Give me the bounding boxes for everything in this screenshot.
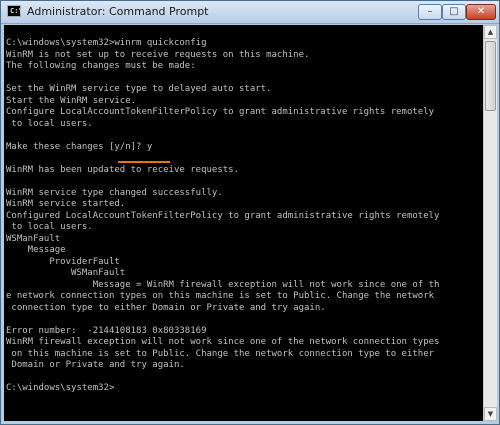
console-line: WinRM service type changed successfully. xyxy=(6,187,223,198)
vertical-scrollbar[interactable]: ▲ ▼ xyxy=(483,25,497,421)
console-line: The following changes must be made: xyxy=(6,61,196,71)
console-line: WinRM service started. xyxy=(6,199,126,209)
console-line: Make these changes [y/n]? y xyxy=(6,141,153,152)
console-output[interactable]: C:\windows\system32>winrm quickconfig Wi… xyxy=(4,25,483,421)
console-line: e network connection types on this machi… xyxy=(6,291,435,301)
console-line: Message xyxy=(27,245,66,255)
console-text: C:\windows\system32>winrm quickconfig Wi… xyxy=(4,25,483,395)
console-line: Configure LocalAccountTokenFilterPolicy … xyxy=(6,107,435,117)
maximize-button[interactable]: □ xyxy=(442,4,466,20)
command-prompt-icon[interactable]: C:\ xyxy=(7,5,23,17)
scroll-thumb[interactable] xyxy=(485,41,496,111)
console-line: Error number: -2144108183 0x80338169 xyxy=(6,325,207,336)
console-line: Configured LocalAccountTokenFilterPolicy… xyxy=(6,210,440,221)
console-line: Message = WinRM firewall exception will … xyxy=(92,279,440,290)
close-button[interactable]: ✕ xyxy=(466,4,496,20)
scroll-up-icon[interactable]: ▲ xyxy=(484,25,497,39)
console-line: Domain or Private and try again. xyxy=(11,360,185,370)
title-bar[interactable]: C:\ Administrator: Command Prompt – □ ✕ xyxy=(1,1,499,24)
console-line: connection type to either Domain or Priv… xyxy=(11,302,326,313)
console-line: on this machine is set to Public. Change… xyxy=(11,348,435,359)
console-line: WinRM firewall exception will not work s… xyxy=(6,337,440,347)
highlight-underline xyxy=(118,161,170,163)
console-line: to local users. xyxy=(11,222,93,232)
console-line: Start the WinRM service. xyxy=(6,95,137,106)
console-line: WSManFault xyxy=(6,233,61,244)
console-line: Set the WinRM service type to delayed au… xyxy=(6,84,272,94)
console-line: WinRM has been updated to receive reques… xyxy=(6,164,239,175)
console-line: C:\windows\system32> xyxy=(6,383,115,393)
command-prompt-window: C:\ Administrator: Command Prompt – □ ✕ … xyxy=(0,0,500,425)
console-line: WinRM is not set up to receive requests … xyxy=(6,49,310,60)
minimize-button[interactable]: – xyxy=(418,4,442,20)
console-line: ProviderFault xyxy=(49,256,120,267)
console-line: C:\windows\system32>winrm quickconfig xyxy=(6,38,207,48)
console-line: WSManFault xyxy=(71,268,126,278)
console-line: to local users. xyxy=(11,118,93,129)
window-title: Administrator: Command Prompt xyxy=(27,5,209,18)
scroll-down-icon[interactable]: ▼ xyxy=(484,407,497,421)
